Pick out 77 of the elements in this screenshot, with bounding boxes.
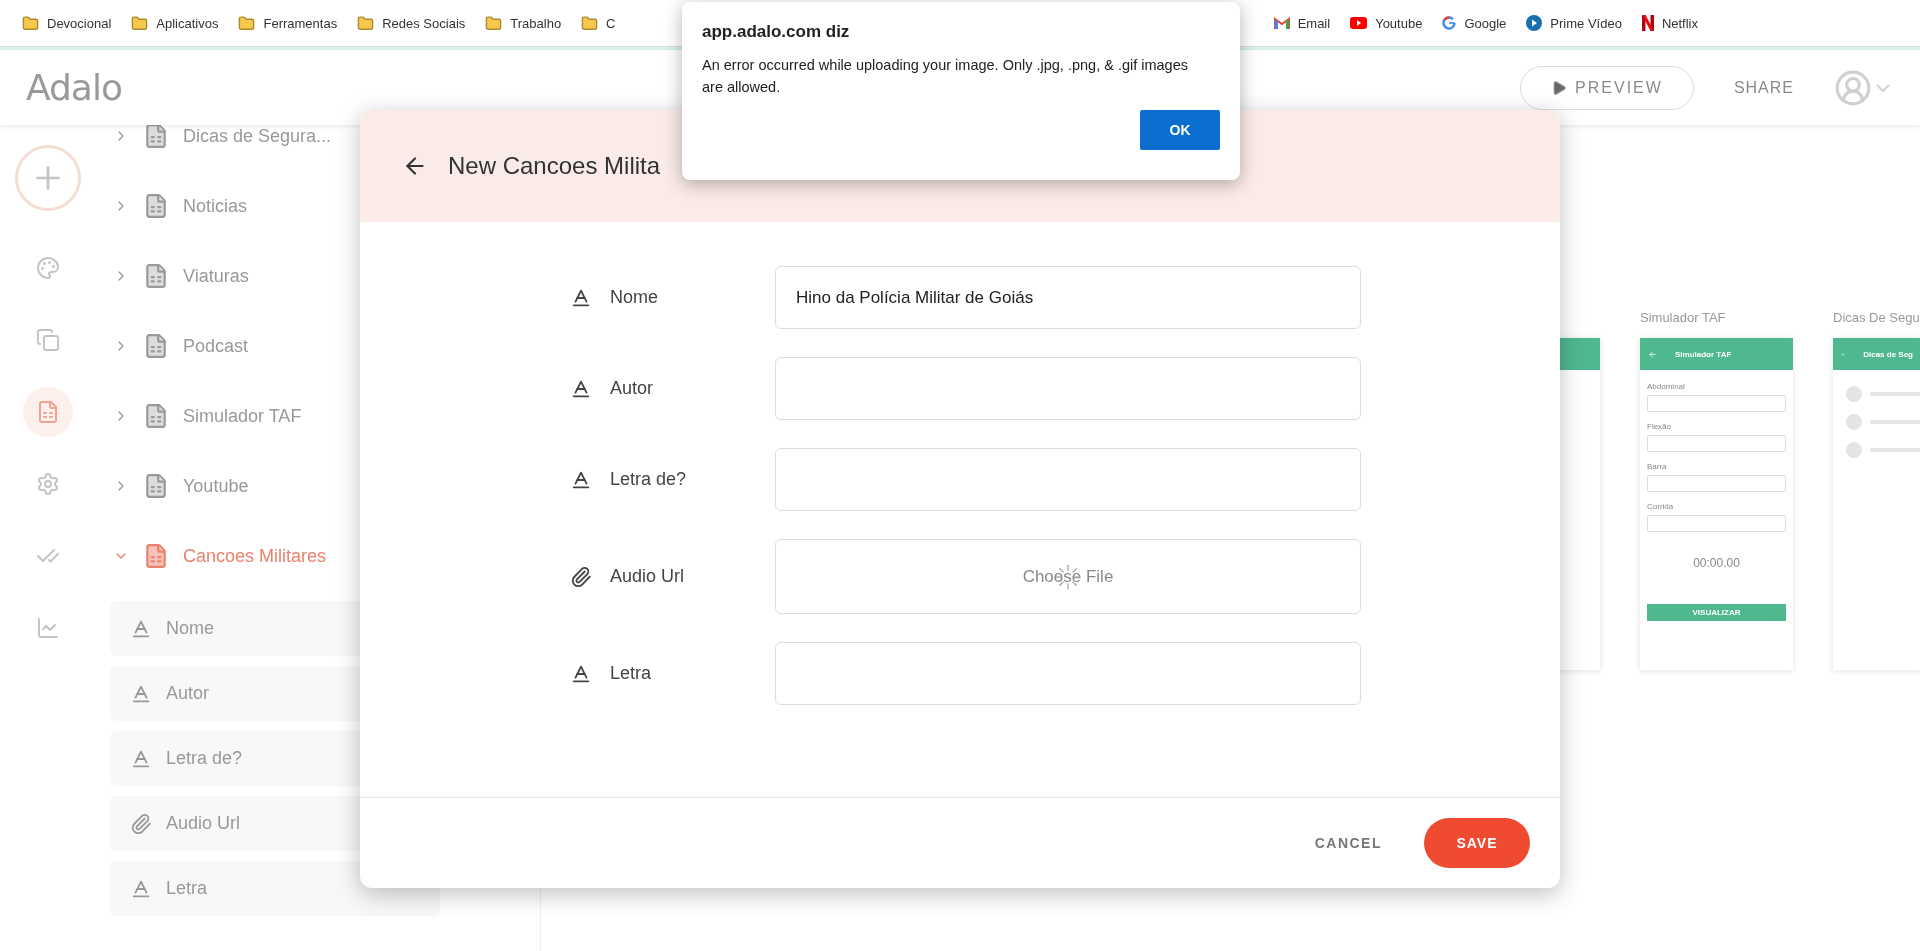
mockup-avatar <box>1846 442 1862 458</box>
field-label: Letra <box>610 663 652 684</box>
cancel-button[interactable]: CANCEL <box>1308 834 1388 852</box>
play-icon <box>1350 17 1368 29</box>
mockup-timer: 00:00.00 <box>1692 556 1741 570</box>
mockup-avatar <box>1846 386 1862 402</box>
modal-title: New Cancoes Milita <box>448 152 661 180</box>
table-icon <box>143 263 169 289</box>
google-icon <box>1442 16 1457 30</box>
sidebar-button[interactable] <box>22 387 73 437</box>
text-field[interactable]: Hino da Polícia Militar de Goiás <box>775 266 1361 329</box>
back-icon <box>1648 349 1657 359</box>
netflix-icon <box>1641 15 1654 31</box>
field-label: Nome <box>610 287 658 308</box>
alert-message: An error occurred while uploading your image. Only .jpg, .png, & .gif images are allowed. <box>702 56 1189 97</box>
share-button[interactable]: SHARE <box>1723 68 1804 107</box>
mockup-label: Corrida <box>1647 502 1675 511</box>
collection-item[interactable]: Podcast <box>95 311 540 381</box>
mockup-label: Barra <box>1647 462 1668 471</box>
table-icon <box>143 543 169 569</box>
palette-icon <box>35 256 60 280</box>
user-avatar-icon <box>1834 68 1872 107</box>
mockup-title: Dicas de Seg <box>1863 349 1913 359</box>
folder-icon <box>485 14 503 32</box>
field-label: Letra de? <box>610 469 687 490</box>
bookmark-folder[interactable]: Devocional <box>14 10 120 36</box>
folder-icon <box>238 14 256 32</box>
alert-title: app.adalo.com diz <box>702 22 851 42</box>
collection-item[interactable]: Cancoes Militares <box>95 521 540 591</box>
app-logo: Adalo <box>26 67 122 108</box>
mockup-avatar <box>1846 414 1862 430</box>
preview-button[interactable]: PREVIEW <box>1520 65 1694 110</box>
account-menu[interactable] <box>1834 68 1890 107</box>
line-chart-icon <box>35 616 60 640</box>
folder-icon <box>131 14 149 32</box>
collection-item[interactable]: Youtube <box>95 451 540 521</box>
mockup-label: Abdominal <box>1647 382 1686 391</box>
mockup-title: Simulador TAF <box>1675 349 1732 359</box>
bookmark-folder[interactable]: Trabalho <box>477 10 570 36</box>
screens-icon <box>35 328 60 352</box>
play-icon <box>1526 15 1543 31</box>
bookmark-folder[interactable]: C <box>573 10 624 36</box>
play-icon <box>1551 79 1568 96</box>
bookmark-link[interactable]: Youtube <box>1342 11 1431 35</box>
folder-icon <box>581 14 599 32</box>
field-label: Audio Url <box>610 566 685 587</box>
bookmark-link[interactable]: Google <box>1434 11 1515 35</box>
chevron-down-icon <box>1876 83 1890 92</box>
text-field[interactable] <box>775 448 1361 511</box>
collection-item[interactable]: Simulador TAF <box>95 381 540 451</box>
collection-item[interactable]: Viaturas <box>95 241 540 311</box>
bookmark-folder[interactable]: Ferramentas <box>230 10 346 36</box>
table-icon <box>143 125 169 149</box>
settings-icon <box>35 472 60 496</box>
bookmark-link[interactable]: Email <box>1265 11 1339 35</box>
screen-title: Dicas De Segu <box>1833 310 1920 325</box>
field-label: Autor <box>610 378 654 399</box>
folder-icon <box>22 14 39 32</box>
table-icon <box>143 403 169 429</box>
table-icon <box>143 333 169 359</box>
paperclip-icon <box>130 812 152 835</box>
screen-title: Simulador TAF <box>1640 310 1726 325</box>
paperclip-icon <box>570 565 592 588</box>
table-icon <box>143 473 169 499</box>
ok-button[interactable]: OK <box>1140 110 1220 150</box>
folder-icon <box>357 14 375 32</box>
text-field[interactable] <box>775 642 1361 705</box>
save-button[interactable]: SAVE <box>1424 818 1530 868</box>
mail-icon <box>1273 17 1290 29</box>
bookmark-link[interactable]: Prime Vídeo <box>1518 11 1630 35</box>
bookmark-folder[interactable]: Aplicativos <box>123 10 227 36</box>
mockup-label: Flexão <box>1647 422 1672 431</box>
bookmark-link[interactable]: Netflix <box>1633 11 1706 35</box>
table-icon <box>143 193 169 219</box>
bookmark-folder[interactable]: Redes Sociais <box>349 10 474 36</box>
text-field[interactable] <box>775 357 1361 420</box>
file-picker[interactable]: Choose File <box>775 539 1361 614</box>
